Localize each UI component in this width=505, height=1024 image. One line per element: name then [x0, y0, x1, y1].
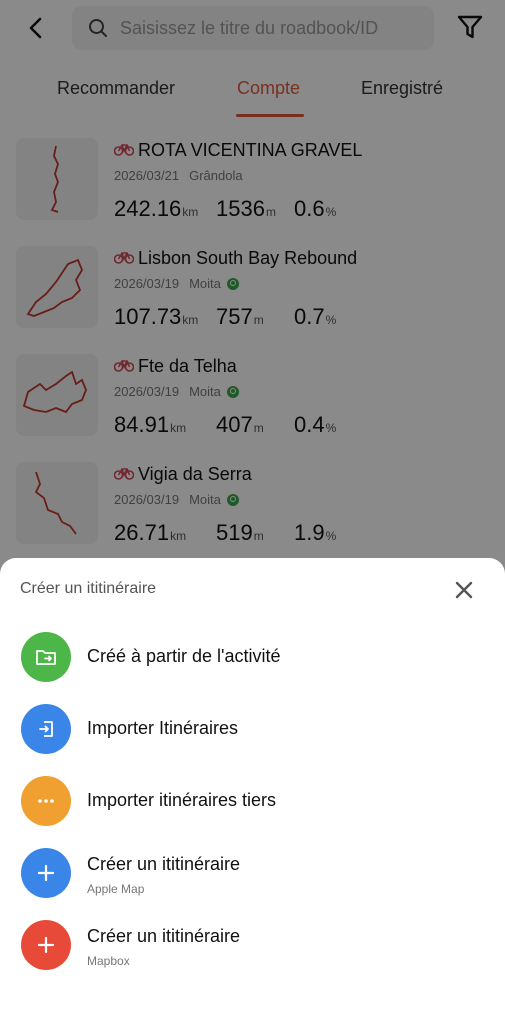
option-icon-circle [21, 632, 71, 682]
option-icon-circle [21, 776, 71, 826]
option-label: Importer itinéraires tiers [87, 790, 277, 810]
import-third-party-option[interactable]: Importer itinéraires tiers [0, 776, 505, 836]
option-label: Importer Itinéraires [87, 718, 239, 738]
option-label: Créer un ititinéraire [87, 854, 241, 874]
bottom-sheet: Créer un ititinéraire Créé à partir de l… [0, 558, 505, 1024]
folder-import-icon [36, 650, 56, 665]
option-sublabel: Apple Map [87, 882, 145, 896]
import-routes-option[interactable]: Importer Itinéraires [0, 704, 505, 764]
create-from-activity-option[interactable]: Créé à partir de l'activité [0, 632, 505, 692]
create-mapbox-option[interactable]: Créer un ititinéraire Mapbox [0, 920, 505, 980]
option-icon-circle [21, 848, 71, 898]
plus-icon [37, 936, 55, 954]
close-icon[interactable] [452, 578, 476, 602]
option-icon-circle [21, 704, 71, 754]
create-apple-map-option[interactable]: Créer un ititinéraire Apple Map [0, 848, 505, 908]
more-icon [38, 799, 54, 803]
option-label: Créer un ititinéraire [87, 926, 241, 946]
sheet-title: Créer un ititinéraire [20, 580, 157, 597]
plus-icon [37, 864, 55, 882]
import-icon [39, 721, 53, 737]
option-icon-circle [21, 920, 71, 970]
option-sublabel: Mapbox [87, 954, 130, 968]
option-label: Créé à partir de l'activité [87, 646, 281, 666]
